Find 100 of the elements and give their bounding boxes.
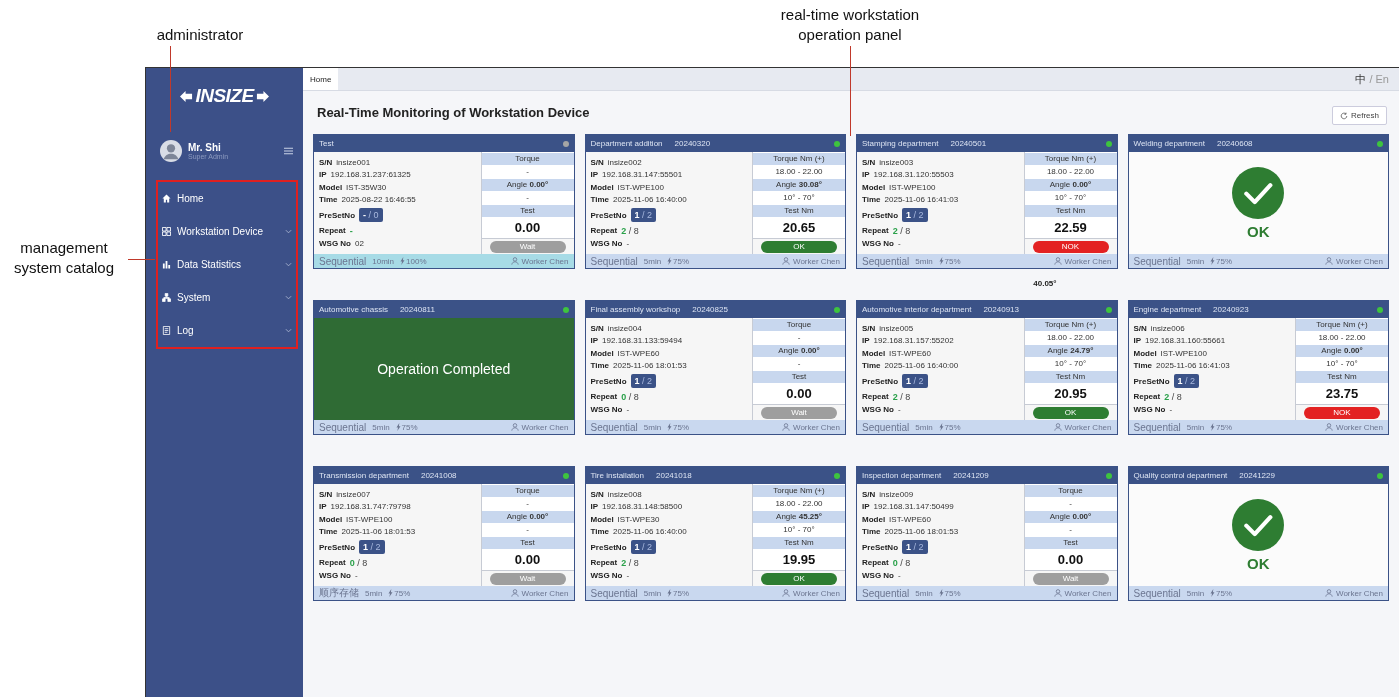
language-option[interactable]: 中 xyxy=(1355,71,1367,87)
bolt-icon xyxy=(667,423,673,431)
card-title: Test xyxy=(319,139,334,148)
field-label: PreSetNo xyxy=(1133,376,1170,386)
field-label: S/N xyxy=(590,489,604,499)
duration-label: 10min xyxy=(372,256,395,266)
repeat-count: 0 / 8 xyxy=(892,557,911,568)
field-label: IP xyxy=(319,502,327,512)
field-label: S/N xyxy=(319,489,333,499)
reading-value: - xyxy=(481,497,574,510)
card-code: 20241008 xyxy=(420,471,457,480)
check-circle-icon xyxy=(1232,498,1285,551)
preset-badge: 1 / 2 xyxy=(902,374,928,389)
reading-header: Angle 0.00° xyxy=(481,178,574,191)
field-label: IP xyxy=(862,170,870,180)
reading-header: Test Nm xyxy=(753,204,845,217)
field-value: - xyxy=(626,405,630,415)
field-value: - xyxy=(898,239,901,249)
field-label: IP xyxy=(590,336,599,346)
field-label: PreSetNo xyxy=(862,376,898,386)
duration-label: 5min xyxy=(1186,256,1205,266)
reading-header: Torque xyxy=(481,484,574,497)
reading-header: Test xyxy=(1024,536,1117,549)
field-value: 02 xyxy=(355,239,364,249)
mode-label: Sequential xyxy=(1133,421,1181,433)
person-icon xyxy=(1325,589,1333,597)
nav-item[interactable]: Log xyxy=(162,314,292,347)
reading-value: - xyxy=(481,165,574,178)
field-label: Repeat xyxy=(319,226,346,236)
person-icon xyxy=(1053,589,1062,597)
nav-item[interactable]: System xyxy=(162,281,292,314)
field-label: WSG No xyxy=(319,571,351,581)
card-title: Inspection department xyxy=(862,471,942,480)
nav-item[interactable]: Data Statistics xyxy=(162,248,292,281)
card-title: Automotive chassis xyxy=(319,305,388,314)
worker-name: Worker Chen xyxy=(1336,422,1383,432)
reading-header: Torque xyxy=(753,318,845,331)
card-title: Transmission department xyxy=(319,471,409,480)
reading-value: - xyxy=(481,523,574,536)
field-label: WSG No xyxy=(862,571,894,581)
overlay-message: Operation Completed xyxy=(377,361,511,377)
field-label: Repeat xyxy=(862,392,889,402)
field-value: 192.168.31.147:50499 xyxy=(873,502,954,512)
field-value: 192.168.31.157:55202 xyxy=(873,336,954,346)
nav-item[interactable]: Workstation Device xyxy=(162,215,292,248)
field-label: IP xyxy=(319,170,327,180)
bolt-icon xyxy=(667,257,673,265)
person-icon xyxy=(510,423,519,431)
test-value: 23.75 xyxy=(1296,383,1388,404)
field-label: S/N xyxy=(1133,323,1147,333)
mode-label: Sequential xyxy=(862,421,910,433)
nav-item[interactable]: Home xyxy=(162,182,292,215)
field-label: Model xyxy=(862,348,886,358)
field-value: insize001 xyxy=(336,157,371,167)
repeat-count: 2 / 8 xyxy=(1164,391,1182,402)
field-value: 2025-11-06 16:40:00 xyxy=(884,361,959,371)
card-title: Tire installation xyxy=(590,471,644,480)
menu-icon[interactable] xyxy=(284,147,293,155)
field-value: IST-WPE30 xyxy=(617,514,660,524)
mode-label: Sequential xyxy=(590,255,638,267)
card-title: Engine department xyxy=(1133,305,1202,314)
field-value: insize005 xyxy=(879,323,914,333)
result-badge: OK xyxy=(761,240,837,253)
field-label: Repeat xyxy=(1133,392,1161,402)
field-label: IP xyxy=(590,170,599,180)
preset-badge: 1 / 2 xyxy=(1173,374,1200,389)
overlay-message: OK xyxy=(1247,554,1270,572)
repeat-count: 0 / 8 xyxy=(621,391,639,402)
field-label: IP xyxy=(1133,336,1142,346)
field-label: PreSetNo xyxy=(862,542,898,552)
worker-name: Worker Chen xyxy=(1064,422,1112,432)
field-value: IST-WPE100 xyxy=(889,182,936,192)
overlay-message: OK xyxy=(1247,222,1270,240)
mode-label: Sequential xyxy=(590,421,638,433)
field-value: 2025-11-06 18:01:53 xyxy=(613,361,687,371)
card-title: Department addition xyxy=(590,139,663,148)
result-badge: Wait xyxy=(489,240,566,253)
reading-header: Torque Nm (+) xyxy=(753,152,845,165)
reading-value: 18.00 - 22.00 xyxy=(1024,165,1117,178)
result-badge: OK xyxy=(761,572,837,585)
field-label: PreSetNo xyxy=(319,542,355,552)
repeat-count: 2 / 8 xyxy=(621,225,639,236)
power-label: 75% xyxy=(1216,588,1233,598)
preset-badge: 1 / 2 xyxy=(630,540,657,555)
annotation-label: administrator xyxy=(155,25,245,45)
bolt-icon xyxy=(400,257,406,265)
power-label: 75% xyxy=(394,588,411,598)
field-label: PreSetNo xyxy=(590,542,627,552)
avatar-icon xyxy=(160,140,182,162)
duration-label: 5min xyxy=(372,422,390,432)
refresh-button[interactable]: Refresh xyxy=(1332,106,1387,125)
duration-label: 5min xyxy=(915,422,933,432)
worker-name: Worker Chen xyxy=(521,588,569,598)
field-value: 192.168.31.237:61325 xyxy=(330,170,411,180)
tab[interactable]: Home xyxy=(303,68,339,90)
field-value: - xyxy=(626,239,630,249)
reading-value: 18.00 - 22.00 xyxy=(753,497,845,510)
card-title: Quality control department xyxy=(1133,471,1228,480)
field-value: IST-35W30 xyxy=(346,182,387,192)
annotation-label: management system catalog xyxy=(12,238,115,278)
